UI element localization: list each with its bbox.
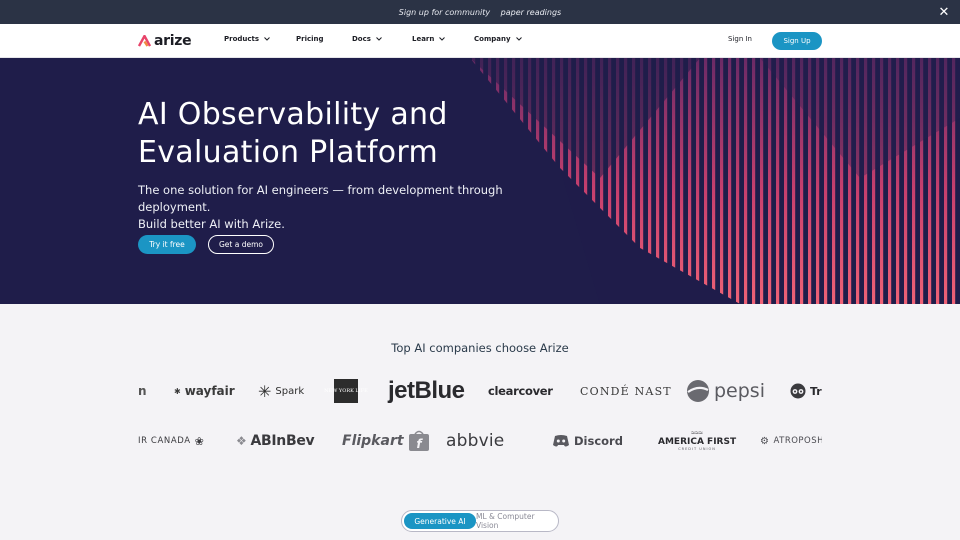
customer-logo: Tri (790, 376, 822, 406)
customer-logo: ✳ Spark (258, 376, 304, 406)
customer-logo-row: n ✱ wayfair ✳ Spark NEW YORK LIFE jetBlu… (138, 376, 822, 406)
maple-leaf-icon: ❀ (194, 434, 205, 448)
toggle-option-ml-computer-vision[interactable]: ML & Computer Vision (476, 512, 556, 530)
hero-title-line: Evaluation Platform (138, 135, 439, 170)
nav-item-products[interactable]: Products (224, 35, 270, 43)
pepsi-globe-icon (687, 380, 709, 402)
customer-logo-subtext: CREDIT UNION (678, 446, 716, 451)
hero-subtitle-line: The one solution for AI engineers — from… (138, 183, 503, 214)
customer-logo-text: clearcover (488, 384, 553, 398)
get-a-demo-button[interactable]: Get a demo (208, 235, 274, 254)
nav-item-company[interactable]: Company (474, 35, 522, 43)
customer-logo: ⚙ ATROPOSHE (760, 426, 822, 456)
product-category-toggle: ML & Computer Vision Generative AI (401, 510, 559, 532)
nav-item-pricing[interactable]: Pricing (296, 35, 324, 43)
new-york-life-badge: NEW YORK LIFE (324, 379, 368, 403)
announcement-text[interactable]: Sign up for community paper readings (399, 8, 561, 17)
hero-title-line: AI Observability and (138, 97, 448, 132)
announcement-bar: Sign up for community paper readings ✕ (0, 0, 960, 24)
customer-logo-text: abbvie (446, 431, 505, 451)
hero-stripe (696, 58, 700, 304)
customer-logo-text: jetBlue (388, 377, 465, 404)
hero-stripe (720, 58, 724, 304)
chevron-down-icon (376, 37, 382, 41)
try-it-free-button[interactable]: Try it free (138, 235, 196, 254)
sign-in-link[interactable]: Sign In (728, 35, 752, 43)
nav-item-label: Learn (412, 35, 435, 43)
customer-logo: abbvie (446, 426, 504, 456)
abinbev-mark-icon: ❖ (236, 434, 247, 448)
customer-logo-text: CONDÉ NAST (580, 384, 672, 398)
close-icon[interactable]: ✕ (936, 4, 952, 20)
customer-logo-row: IR CANADA ❀ ❖ ABInBev Flipkart f abbvie … (138, 426, 822, 456)
customer-logo-text: ABInBev (250, 433, 315, 449)
arize-logo-mark-icon (138, 35, 151, 47)
hero-stripe (680, 58, 684, 304)
hero-stripe (768, 58, 772, 304)
customer-logo: IR CANADA ❀ (138, 426, 204, 456)
discord-controller-icon (553, 435, 569, 447)
customer-logo-text: Spark (275, 385, 305, 397)
arize-logo[interactable]: arize (138, 33, 192, 49)
nav-item-docs[interactable]: Docs (352, 35, 382, 43)
customer-logo-text: ATROPOSHE (773, 436, 822, 446)
tripadvisor-owl-icon (790, 383, 806, 399)
customer-logo: CONDÉ NAST (580, 376, 672, 406)
chevron-down-icon (515, 37, 522, 41)
hero-stripe (776, 58, 780, 304)
wayfair-mark-icon: ✱ (174, 386, 181, 396)
chevron-down-icon (264, 37, 270, 41)
hero-stripe (688, 58, 692, 304)
hero-stripe (752, 58, 756, 304)
customer-logo-text: Tri (810, 384, 822, 398)
customer-logo: ✱ wayfair (174, 376, 235, 406)
hero-stripe (728, 58, 732, 304)
hero-stripe (712, 58, 716, 304)
hero-background-graphic (0, 58, 960, 304)
customer-logo-text: AMERICA FIRST (658, 436, 737, 447)
customer-logo: Discord (552, 426, 623, 456)
hero-stripe (744, 58, 748, 304)
brand-name: arize (154, 33, 192, 49)
customer-logos-heading: Top AI companies choose Arize (391, 341, 569, 355)
customer-logo-text: wayfair (184, 384, 235, 398)
customer-logo: n (138, 376, 147, 406)
nav-item-label: Docs (352, 35, 371, 43)
hero-subtitle-line: Build better AI with Arize. (138, 217, 285, 231)
nav-item-label: Company (474, 35, 511, 43)
customer-logo: ❖ ABInBev (236, 426, 315, 456)
customer-logo-text: n (138, 384, 147, 398)
customer-logo: NEW YORK LIFE (324, 376, 368, 406)
hero-stripe (704, 58, 708, 304)
spark-star-icon: ✳ (258, 381, 272, 401)
nav-item-label: Pricing (296, 35, 324, 43)
customer-logo: clearcover (488, 376, 553, 406)
customer-logo: ≈≈≈ AMERICA FIRST CREDIT UNION (658, 426, 736, 456)
customer-logo-text: NEW YORK LIFE (324, 388, 368, 394)
top-navigation: arize Products Pricing Docs Learn Compan… (0, 24, 960, 58)
customer-logo-text: pepsi (714, 380, 765, 402)
chevron-down-icon (439, 37, 446, 41)
hero-stripe (736, 58, 740, 304)
customer-logo-text: Discord (574, 434, 623, 448)
sign-up-button[interactable]: Sign Up (772, 32, 822, 50)
customer-logo: jetBlue (388, 376, 465, 406)
hero-stripe (760, 58, 764, 304)
customer-logo-text: IR CANADA (138, 436, 191, 446)
hero-subtitle: The one solution for AI engineers — from… (138, 182, 558, 233)
atropos-mark-icon: ⚙ (760, 435, 770, 447)
toggle-option-generative-ai[interactable]: Generative AI (404, 513, 476, 529)
hero-section: AI Observability and Evaluation Platform… (0, 58, 960, 304)
customer-logo: pepsi (686, 376, 765, 406)
hero-stripe (784, 58, 788, 304)
nav-item-learn[interactable]: Learn (412, 35, 446, 43)
nav-item-label: Products (224, 35, 260, 43)
hero-title: AI Observability and Evaluation Platform (138, 96, 558, 172)
customer-logo: Flipkart f (342, 426, 430, 456)
customer-logo-text: Flipkart (342, 433, 404, 449)
flipkart-bag-icon: f (408, 430, 429, 451)
